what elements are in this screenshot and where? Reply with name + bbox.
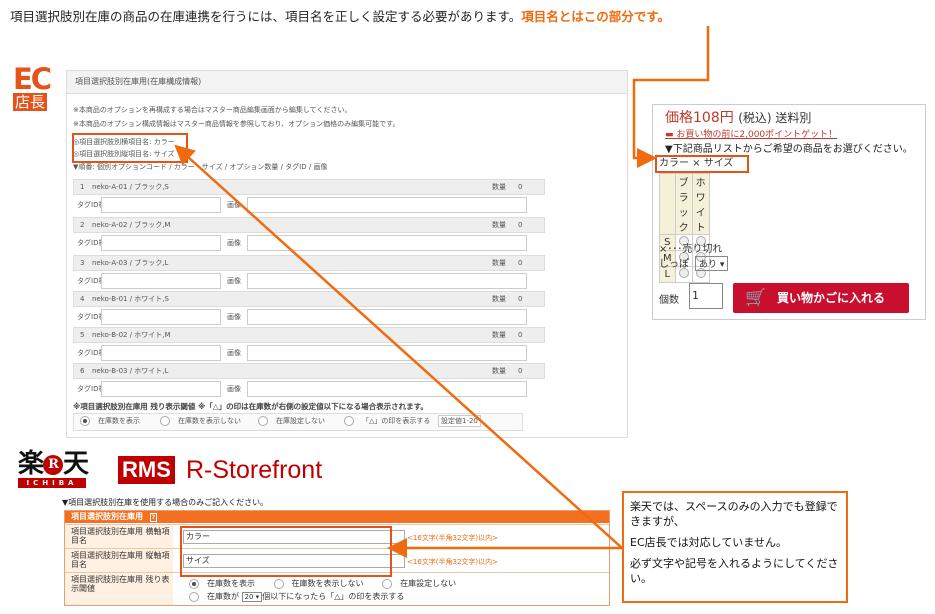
arrow-callout-to-panel: [174, 144, 623, 549]
arrow-heading-to-selector: [632, 26, 710, 168]
annotation-arrows: [174, 26, 710, 558]
